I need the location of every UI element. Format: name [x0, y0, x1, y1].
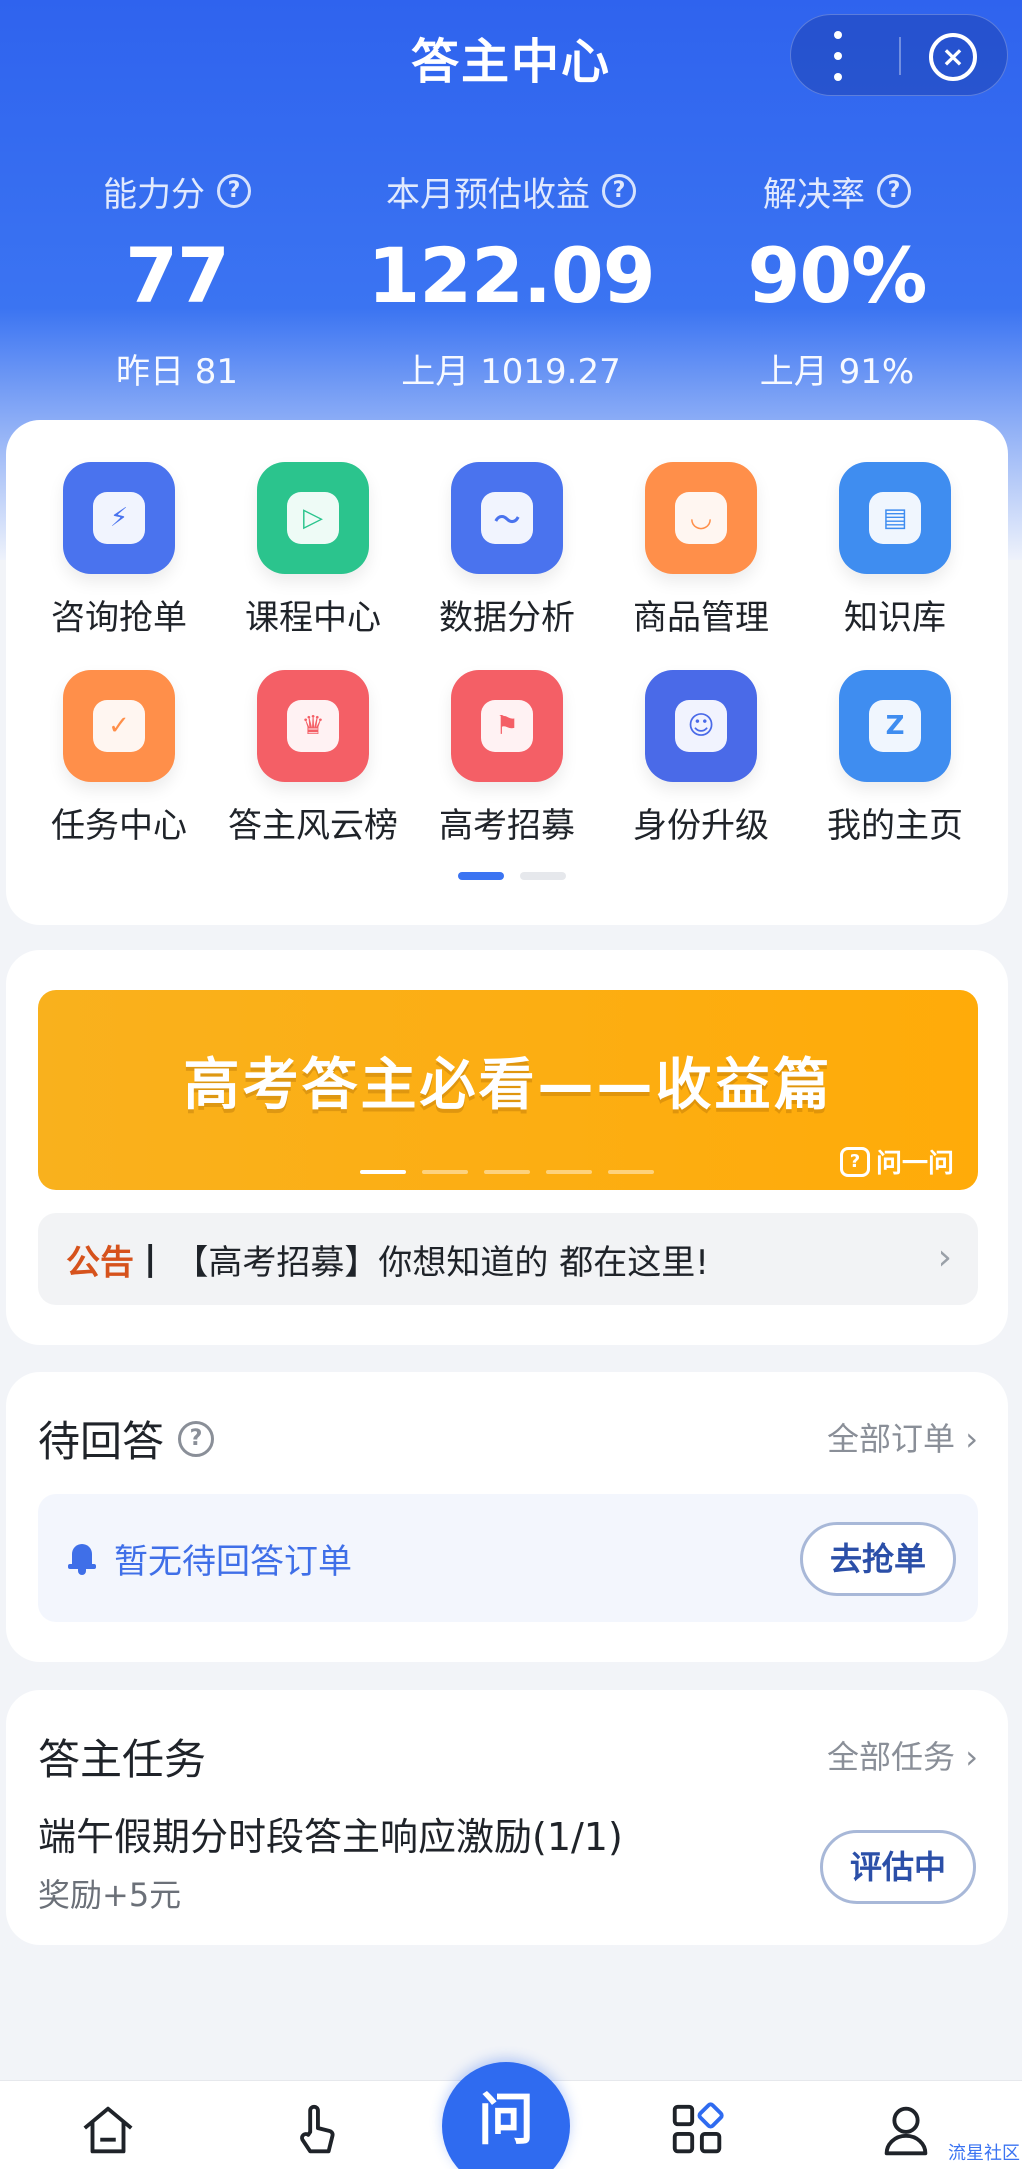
banner-indicator — [360, 1170, 654, 1174]
grid-item-recruit[interactable]: ⚑ 高考招募 — [412, 670, 602, 847]
grid-item-homepage[interactable]: Z 我的主页 — [800, 670, 990, 847]
grid-item-products[interactable]: ◡ 商品管理 — [606, 462, 796, 639]
play-icon: ▷ — [257, 462, 369, 574]
watermark-text: 流星社区 — [948, 2143, 1020, 2164]
close-icon[interactable]: × — [929, 33, 977, 81]
stat-sub: 上月 1019.27 — [401, 352, 621, 392]
announcement-separator: | — [144, 1239, 157, 1279]
banner-title: 高考答主必看——收益篇 — [183, 1053, 833, 1118]
grab-order-button[interactable]: 去抢单 — [800, 1522, 956, 1596]
help-icon[interactable]: ? — [877, 174, 911, 208]
ask-center-button[interactable]: 问 — [442, 2062, 570, 2169]
brand-logo: ? 问一问 — [839, 1143, 954, 1180]
tasks-card: 答主任务 全部任务 › 端午假期分时段答主响应激励(1/1) 奖励+5元 评估中 — [6, 1690, 1008, 1945]
section-header: 答主任务 — [38, 1726, 206, 1787]
stat-label: 本月预估收益 — [386, 174, 590, 215]
announcement-text: 【高考招募】你想知道的 都在这里! — [174, 1242, 709, 1283]
grid-item-label: 答主风云榜 — [228, 806, 398, 846]
grid-item-tasks[interactable]: ✓ 任务中心 — [24, 670, 214, 847]
all-orders-link[interactable]: 全部订单 › — [827, 1414, 978, 1460]
section-header: 待回答 ? — [38, 1408, 215, 1469]
chevron-right-icon: › — [937, 1237, 952, 1278]
task-title[interactable]: 端午假期分时段答主响应激励(1/1) — [38, 1806, 623, 1861]
announcement-bar[interactable]: 公告 | 【高考招募】你想知道的 都在这里! › — [38, 1213, 978, 1305]
chart-icon: 〜 — [451, 462, 563, 574]
mini-program-capsule: × — [790, 14, 1008, 96]
stat-resolution[interactable]: 解决率? 90% 上月 91% — [672, 168, 1002, 393]
empty-state: 暂无待回答订单 去抢单 — [38, 1494, 978, 1622]
tap-icon — [300, 2104, 335, 2154]
stat-value: 77 — [125, 231, 230, 320]
grid-item-label: 数据分析 — [439, 598, 575, 638]
brand-icon: ? — [839, 1146, 870, 1177]
home-icon — [83, 2106, 133, 2154]
grid-item-label: 我的主页 — [827, 806, 963, 846]
lightning-icon: ⚡ — [63, 462, 175, 574]
stat-sub: 昨日 81 — [115, 352, 239, 392]
grid-item-courses[interactable]: ▷ 课程中心 — [218, 462, 408, 639]
capsule-divider — [899, 37, 901, 75]
bell-icon — [68, 1542, 96, 1575]
book-icon: ▤ — [839, 462, 951, 574]
task-icon: ✓ — [63, 670, 175, 782]
brand-label: 问一问 — [875, 1149, 954, 1179]
grid-item-label: 任务中心 — [51, 806, 187, 846]
page-dot[interactable] — [520, 872, 566, 880]
grid-item-label: 身份升级 — [633, 806, 769, 846]
stat-label: 解决率 — [763, 174, 865, 215]
promo-banner[interactable]: 高考答主必看——收益篇 ? 问一问 — [38, 990, 978, 1190]
grid-item-label: 咨询抢单 — [51, 598, 187, 638]
empty-text: 暂无待回答订单 — [114, 1542, 352, 1582]
profile-icon — [884, 2106, 928, 2156]
bag-icon: ◡ — [645, 462, 757, 574]
home-star-icon: Z — [839, 670, 951, 782]
grid-item-consult[interactable]: ⚡ 咨询抢单 — [24, 462, 214, 639]
grid-item-leaderboard[interactable]: ♛ 答主风云榜 — [218, 670, 408, 847]
user-upgrade-icon: ☺ — [645, 670, 757, 782]
task-status-button[interactable]: 评估中 — [820, 1830, 976, 1904]
stat-sub: 上月 91% — [759, 352, 915, 392]
section-title: 待回答 — [38, 1417, 165, 1466]
grid-item-knowledge[interactable]: ▤ 知识库 — [800, 462, 990, 639]
pending-answers-card: 待回答 ? 全部订单 › 暂无待回答订单 去抢单 — [6, 1372, 1008, 1662]
grid-icon — [672, 2102, 724, 2154]
all-tasks-link[interactable]: 全部任务 › — [827, 1732, 978, 1778]
function-grid-card: ⚡ 咨询抢单 ▷ 课程中心 〜 数据分析 ◡ 商品管理 ▤ 知识库 ✓ 任务中心… — [6, 420, 1008, 925]
help-icon[interactable]: ? — [602, 174, 636, 208]
grid-item-analytics[interactable]: 〜 数据分析 — [412, 462, 602, 639]
grid-item-label: 课程中心 — [245, 598, 381, 638]
more-icon[interactable] — [831, 31, 845, 81]
grid-item-label: 知识库 — [844, 598, 946, 638]
stat-income[interactable]: 本月预估收益? 122.09 上月 1019.27 — [346, 168, 676, 393]
page-indicator — [458, 872, 568, 880]
grid-item-upgrade[interactable]: ☺ 身份升级 — [606, 670, 796, 847]
tab-grid[interactable] — [638, 2099, 758, 2165]
grid-item-label: 高考招募 — [439, 806, 575, 846]
help-icon[interactable]: ? — [178, 1420, 215, 1457]
task-reward: 奖励+5元 — [38, 1876, 182, 1914]
flag-icon: ⚑ — [451, 670, 563, 782]
help-icon[interactable]: ? — [217, 174, 251, 208]
tab-tap[interactable] — [256, 2099, 376, 2165]
trophy-icon: ♛ — [257, 670, 369, 782]
stat-label: 能力分 — [103, 174, 205, 215]
section-title: 答主任务 — [38, 1735, 207, 1784]
grid-item-label: 商品管理 — [633, 598, 769, 638]
stat-value: 90% — [747, 231, 928, 320]
stats-row: 能力分? 77 昨日 81 本月预估收益? 122.09 上月 1019.27 … — [0, 168, 1022, 392]
tab-home[interactable] — [48, 2099, 168, 2165]
announcement-tag: 公告 — [66, 1242, 134, 1283]
banner-card: 高考答主必看——收益篇 ? 问一问 公告 | 【高考招募】你想知道的 都在这里!… — [6, 950, 1008, 1345]
stat-ability[interactable]: 能力分? 77 昨日 81 — [12, 168, 342, 393]
stat-value: 122.09 — [367, 231, 655, 320]
page-dot-active — [458, 872, 504, 880]
